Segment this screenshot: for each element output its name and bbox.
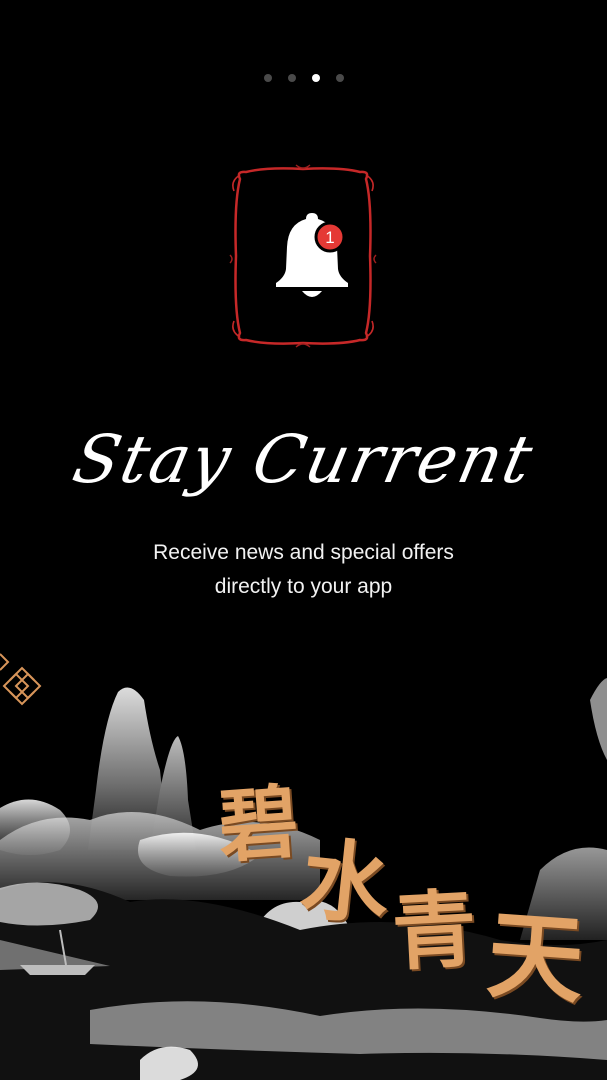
knot-ornament-icon	[0, 653, 42, 706]
page-dot-1[interactable]	[263, 74, 272, 82]
calligraphy-char-4: 天	[483, 897, 588, 1018]
onboarding-screen: 1 Stay Current Receive news and special …	[0, 0, 607, 1080]
boat-icon	[20, 965, 95, 975]
subtitle-line-1: Receive news and special offers	[153, 541, 454, 564]
onboarding-title: Stay Current	[66, 421, 541, 498]
calligraphy-char-2: 水	[296, 825, 395, 939]
subtitle-line-2: directly to your app	[214, 575, 393, 598]
bell-icon: 1	[276, 213, 348, 297]
page-dot-2[interactable]	[287, 74, 296, 82]
page-dot-4[interactable]	[335, 74, 344, 82]
badge-count: 1	[325, 228, 334, 247]
calligraphy-char-3: 青	[389, 878, 479, 983]
notification-icon-frame: 1	[226, 163, 380, 349]
page-dot-3-active[interactable]	[311, 74, 320, 82]
pagination-dots	[0, 74, 607, 82]
calligraphy-char-1: 碧	[215, 774, 302, 874]
onboarding-subtitle: Receive news and special offers directly…	[0, 536, 607, 604]
